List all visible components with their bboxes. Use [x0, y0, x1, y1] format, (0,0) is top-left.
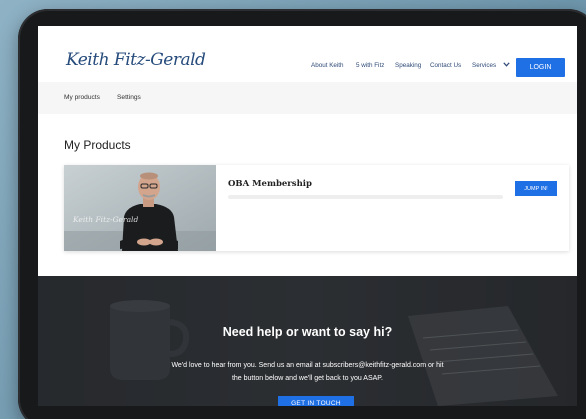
product-name[interactable]: OBA Membership [228, 179, 312, 189]
site-header: Keith Fitz-Gerald About Keith 5 with Fit… [38, 26, 577, 82]
footer-text-line-2: the button below and we'll get back to y… [231, 374, 384, 382]
get-in-touch-button[interactable]: GET IN TOUCH [278, 396, 354, 406]
login-button[interactable]: LOGIN [516, 58, 565, 77]
footer-text-line-1: We'd love to hear from you. Send us an e… [171, 362, 444, 369]
thumbnail-signature: Keith Fitz-Gerald [73, 215, 139, 224]
footer-text: We'd love to hear from you. Send us an e… [138, 360, 477, 385]
nav-link-speaking[interactable]: Speaking [395, 62, 421, 69]
footer-background-photo [38, 276, 577, 406]
browser-viewport: Keith Fitz-Gerald About Keith 5 with Fit… [38, 26, 577, 406]
jump-in-button[interactable]: JUMP IN! [515, 181, 557, 196]
progress-bar [228, 195, 503, 199]
footer-title: Need help or want to say hi? [222, 325, 393, 339]
site-logo[interactable]: Keith Fitz-Gerald [66, 50, 206, 70]
nav-link-about-keith[interactable]: About Keith [311, 62, 344, 69]
chevron-down-icon[interactable] [503, 62, 510, 69]
nav-link-contact-us[interactable]: Contact Us [430, 62, 461, 69]
contact-footer: Need help or want to say hi? We'd love t… [38, 276, 577, 406]
product-thumbnail[interactable]: Keith Fitz-Gerald [64, 165, 216, 251]
page-title: My Products [64, 138, 131, 152]
subnav-my-products[interactable]: My products [64, 94, 100, 101]
nav-link-services[interactable]: Services [472, 62, 496, 69]
account-subnav: My products Settings [38, 82, 577, 114]
product-card[interactable]: Keith Fitz-Gerald OBA Membership JUMP IN… [64, 165, 569, 251]
subnav-settings[interactable]: Settings [117, 94, 141, 101]
nav-link-5-with-fitz[interactable]: 5 with Fitz [356, 62, 384, 69]
